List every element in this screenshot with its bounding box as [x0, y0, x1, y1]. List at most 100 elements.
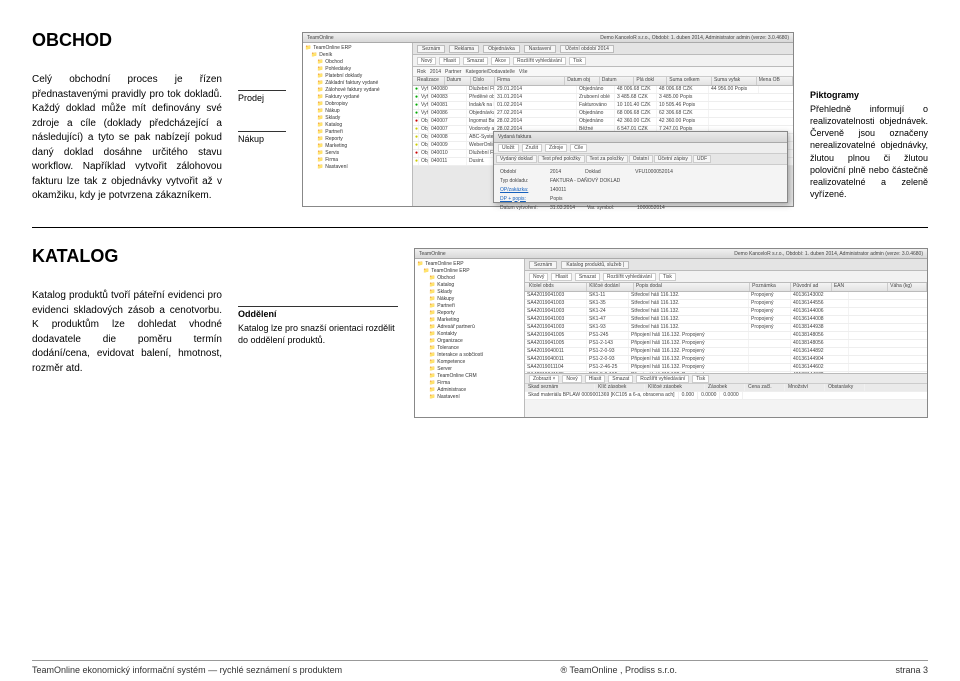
tree-item[interactable]: Nákupy — [417, 296, 522, 303]
item[interactable]: Účetní zápisy — [654, 155, 692, 163]
tree-item[interactable]: Nákup — [305, 108, 410, 115]
tree-item[interactable]: Marketing — [417, 317, 522, 324]
toolbar[interactable]: NovýHlasitSmazatRozšířit vyhledáváníTisk — [525, 271, 927, 283]
item[interactable]: Partner — [445, 69, 461, 75]
table-body[interactable]: SA42019041003SK1-11Středoví háš 116.132.… — [525, 292, 927, 373]
tree-item[interactable]: Tolerance — [417, 345, 522, 352]
column-header[interactable]: Klíčoé zásobek — [645, 384, 705, 391]
table-row[interactable]: SA42019040011PS1-2-0-93Připojení háš 116… — [525, 348, 927, 356]
tree-item[interactable]: Reporty — [305, 136, 410, 143]
item[interactable]: UDF — [693, 155, 711, 163]
tree-item[interactable]: Faktury vydané — [305, 94, 410, 101]
item[interactable]: Smazat — [463, 57, 488, 65]
column-header[interactable]: Plá dokl — [634, 77, 667, 85]
item[interactable]: Cíle — [570, 144, 587, 152]
val-doklad[interactable]: VFU1000052014 — [635, 169, 673, 175]
item[interactable]: Akce — [491, 57, 510, 65]
tree-item[interactable]: Kontakty — [417, 331, 522, 338]
tree-item[interactable]: Katalog — [305, 122, 410, 129]
item[interactable]: Rok — [417, 69, 426, 75]
bottom-toolbar[interactable]: Zobrazit ×NovýHlasitSmazatRozšířit vyhle… — [525, 374, 927, 384]
table-row[interactable]: SA42019041005PS1-245Připojení háš 116.13… — [525, 332, 927, 340]
table-row[interactable]: SA42019041003SK1-93Středoví háš 116.132.… — [525, 324, 927, 332]
item[interactable]: Text za položky — [586, 155, 628, 163]
item[interactable]: Rozšířit vyhledávání — [636, 375, 689, 383]
column-header[interactable]: Suma celkem — [667, 77, 712, 85]
column-header[interactable]: Skad seznám — [525, 384, 595, 391]
tree-item[interactable]: Pohledávky — [305, 66, 410, 73]
tree-item[interactable]: Servis — [305, 150, 410, 157]
item[interactable]: Text před položky — [538, 155, 585, 163]
tree-item[interactable]: Obchod — [417, 275, 522, 282]
tree-item[interactable]: Platební doklady — [305, 73, 410, 80]
table-row[interactable]: SA42019011104PS1-2-46-25Připojení háš 11… — [525, 364, 927, 372]
column-header[interactable]: Cena začl. — [745, 384, 785, 391]
item[interactable]: Ostatní — [629, 155, 653, 163]
item[interactable]: Zdroje — [545, 144, 567, 152]
tree-item[interactable]: TeamOnline ERP — [305, 45, 410, 52]
tree-item[interactable]: Sklady — [417, 289, 522, 296]
item[interactable]: Nový — [529, 273, 548, 281]
lbl-dp[interactable]: DP + popis: — [500, 196, 546, 202]
tree-item[interactable]: Partneři — [417, 303, 522, 310]
item[interactable]: Tisk — [569, 57, 586, 65]
item[interactable]: Tisk — [692, 375, 709, 383]
item[interactable]: Zobrazit × — [529, 375, 559, 383]
column-header[interactable]: Poznámka — [750, 283, 791, 291]
item[interactable]: Rozšířit vyhledávání — [513, 57, 566, 65]
item[interactable]: Objednávka — [483, 45, 520, 53]
item[interactable]: Reklama — [449, 45, 479, 53]
column-header[interactable]: Zásobek — [705, 384, 745, 391]
item[interactable]: Vydaný doklad — [496, 155, 537, 163]
toolbar[interactable]: NovýHlasitSmazatAkceRozšířit vyhledávání… — [413, 55, 793, 67]
column-header[interactable]: Datum obj — [565, 77, 600, 85]
column-header[interactable]: Množství — [785, 384, 825, 391]
nav-tree[interactable]: TeamOnline ERPDeníkObchodPohledávkyPlate… — [303, 43, 413, 206]
content-tabs[interactable]: SeznámReklamaObjednávkaNastaveníÚčetní o… — [413, 43, 793, 55]
table-row[interactable]: SA42019040011PS1-2-0-93Připojení háš 116… — [525, 356, 927, 364]
val-dp[interactable]: Popis — [550, 196, 563, 202]
column-header[interactable]: Číslo — [471, 77, 495, 85]
tree-item[interactable]: TeamOnline ERP — [417, 261, 522, 268]
column-header[interactable]: Ktolel obds — [527, 283, 587, 291]
tree-item[interactable]: Zálohové faktury vydané — [305, 87, 410, 94]
dialog-toolbar[interactable]: UložitZrušitZdrojeCíle — [494, 143, 787, 154]
item[interactable]: Hlasit — [551, 273, 572, 281]
tree-item[interactable]: Sklady — [305, 115, 410, 122]
item[interactable]: Vše — [519, 69, 528, 75]
tree-item[interactable]: Reporty — [417, 310, 522, 317]
bottom-table-row[interactable]: Skad materiálu BPLAW 0009001369 [KC105 a… — [525, 392, 927, 400]
table-row[interactable]: SA42019041003SK1-24Středoví háš 116.132.… — [525, 308, 927, 316]
table-row[interactable]: SA42019041003SK1-35Středoví háš 116.132.… — [525, 300, 927, 308]
column-header[interactable]: Suma vyfak — [712, 77, 757, 85]
item[interactable]: Nový — [562, 375, 581, 383]
val-vs[interactable]: 1000052014 — [637, 205, 665, 211]
tree-item[interactable]: Dobropisy — [305, 101, 410, 108]
column-header[interactable]: EAN — [832, 283, 888, 291]
column-header[interactable]: Klíčoé dodání — [587, 283, 634, 291]
table-row[interactable]: SA42019041003SK1-47Středoví háš 116.132.… — [525, 316, 927, 324]
tree-item[interactable]: Server — [417, 366, 522, 373]
item[interactable]: Kategorie/Dodavatel/e — [465, 69, 514, 75]
tree-item[interactable]: Obchod — [305, 59, 410, 66]
item[interactable]: Zrušit — [522, 144, 543, 152]
tree-item[interactable]: Kompetence — [417, 359, 522, 366]
column-header[interactable]: Mena OB — [757, 77, 793, 85]
table-row[interactable]: Vyřízeno040081Indak/k na El.Eq / energet… — [413, 102, 793, 110]
table-row[interactable]: Vyřízeno040080Dlužební FNL - VAK29.01.20… — [413, 86, 793, 94]
tree-item[interactable]: Administrace — [417, 387, 522, 394]
table-row[interactable]: Objednáno040007Ingomat Banka28.02.2014Ob… — [413, 118, 793, 126]
filter-row[interactable]: Rok 2014 Partner Kategorie/Dodavatel/e Vše — [413, 67, 793, 77]
lbl-obj[interactable]: OP/zakázka: — [500, 187, 546, 193]
tree-item[interactable]: Deník — [305, 52, 410, 59]
item[interactable]: Hlasit — [439, 57, 460, 65]
item[interactable]: 2014 — [430, 69, 441, 75]
tree-item[interactable]: TeamOnline ERP — [417, 268, 522, 275]
table-row[interactable]: Vyřízeno040086Objednávka Astra27.02.2014… — [413, 110, 793, 118]
val-obdobi[interactable]: 2014 — [550, 169, 561, 175]
column-header[interactable]: Realizace — [415, 77, 445, 85]
tree-item[interactable]: Nastavení — [417, 394, 522, 401]
item[interactable]: Katalog produktů, služeb | — [561, 261, 629, 269]
table-row[interactable]: SA42019041005PS1-2-143Připojení háš 116.… — [525, 340, 927, 348]
item[interactable]: Hlasit — [585, 375, 606, 383]
